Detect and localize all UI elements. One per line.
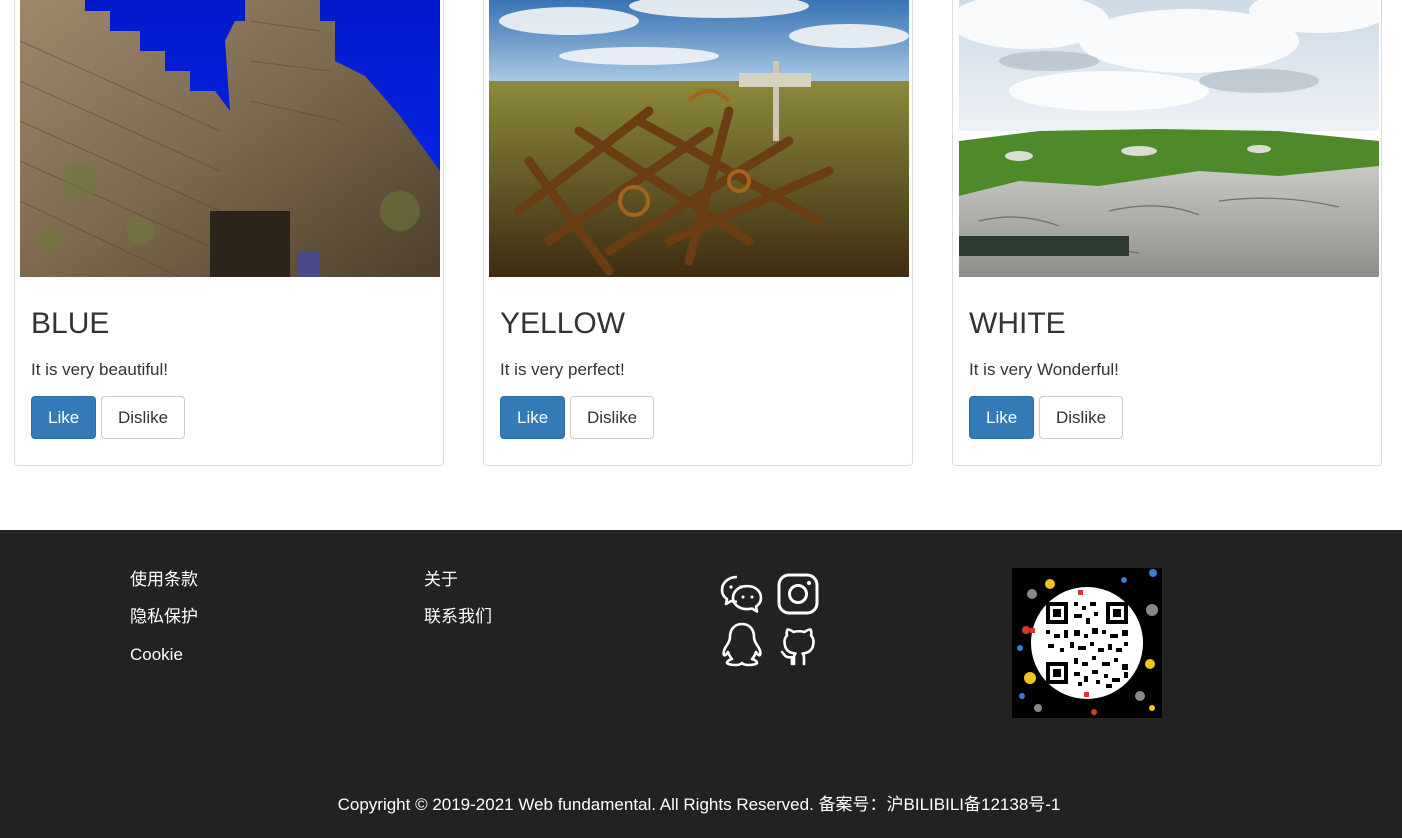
copyright-text: Copyright © 2019-2021 Web fundamental. A… xyxy=(337,795,1061,814)
github-icon[interactable] xyxy=(775,621,821,667)
dislike-button[interactable]: Dislike xyxy=(1039,396,1124,439)
card-image-anchors xyxy=(489,0,909,277)
footer-link-contact[interactable]: 联系我们 xyxy=(424,608,492,625)
wechat-icon[interactable] xyxy=(719,571,765,617)
site-footer: 使用条款 隐私保护 Cookie 关于 联系我们 Copyright © 201… xyxy=(0,530,1402,838)
dislike-button[interactable]: Dislike xyxy=(570,396,655,439)
like-button[interactable]: Like xyxy=(500,396,566,439)
dislike-button[interactable]: Dislike xyxy=(101,396,186,439)
qq-icon[interactable] xyxy=(719,621,765,667)
card-text: It is very beautiful! xyxy=(31,360,169,379)
card-white: WHITE It is very Wonderful! Like Dislike xyxy=(952,0,1382,466)
card-grid: BLUE It is very beautiful! Like Dislike xyxy=(0,0,1402,530)
card-image-castle xyxy=(20,0,440,277)
card-title: BLUE xyxy=(31,307,110,340)
footer-link-cookie[interactable]: Cookie xyxy=(130,646,183,663)
card-title: YELLOW xyxy=(500,307,626,340)
card-text: It is very Wonderful! xyxy=(969,360,1119,379)
footer-link-about[interactable]: 关于 xyxy=(424,571,458,588)
card-yellow: YELLOW It is very perfect! Like Dislike xyxy=(483,0,913,466)
footer-link-privacy[interactable]: 隐私保护 xyxy=(130,608,198,625)
card-title: WHITE xyxy=(969,307,1066,340)
qr-code xyxy=(1012,568,1162,718)
card-blue: BLUE It is very beautiful! Like Dislike xyxy=(14,0,444,466)
card-text: It is very perfect! xyxy=(500,360,625,379)
footer-link-terms[interactable]: 使用条款 xyxy=(130,571,198,588)
card-image-coast xyxy=(959,0,1379,277)
instagram-icon[interactable] xyxy=(775,571,821,617)
like-button[interactable]: Like xyxy=(969,396,1035,439)
like-button[interactable]: Like xyxy=(31,396,97,439)
